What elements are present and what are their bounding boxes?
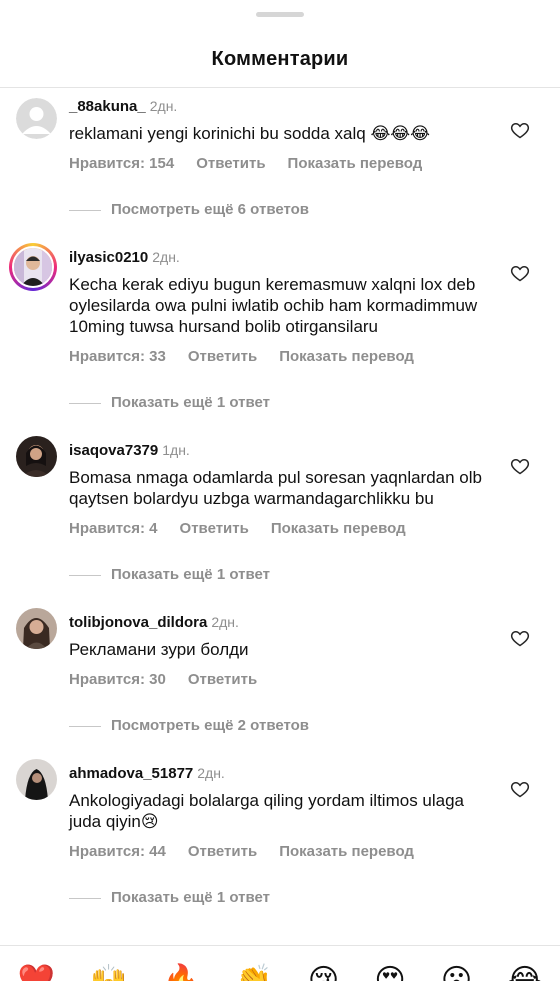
comment-item: _88akuna_ 2дн. reklamani yengi korinichi … bbox=[0, 96, 560, 172]
timestamp: 2дн. bbox=[149, 98, 178, 114]
avatar[interactable] bbox=[16, 98, 57, 139]
timestamp: 2дн. bbox=[152, 249, 180, 265]
comment-list: _88akuna_ 2дн. reklamani yengi korinichi … bbox=[0, 88, 560, 908]
view-replies-link[interactable]: Посмотреть ещё 2 ответов bbox=[0, 716, 560, 736]
likes-count[interactable]: Нравится: 30 bbox=[69, 671, 166, 688]
comment-meta: _88akuna_ 2дн. bbox=[69, 96, 492, 117]
comment-actions: Нравится: 30 Ответить bbox=[69, 671, 492, 688]
comment-text: Рекламани зури болди bbox=[69, 640, 249, 659]
username[interactable]: ilyasic0210 bbox=[69, 249, 148, 266]
avatar[interactable] bbox=[16, 759, 57, 800]
comment-actions: Нравится: 33 Ответить Показать перевод bbox=[69, 348, 492, 365]
likes-count[interactable]: Нравится: 44 bbox=[69, 843, 166, 860]
reply-button[interactable]: Ответить bbox=[188, 843, 257, 860]
comment-actions: Нравится: 44 Ответить Показать перевод bbox=[69, 843, 492, 860]
reply-button[interactable]: Ответить bbox=[188, 671, 257, 688]
fire-emoji-icon[interactable]: 🔥 bbox=[163, 966, 200, 981]
raised-hands-emoji-icon[interactable]: 🙌 bbox=[90, 966, 127, 981]
comment-item: ahmadova_51877 2дн. Ankologiyadagi bolala… bbox=[0, 759, 560, 860]
like-heart-icon[interactable] bbox=[510, 263, 530, 283]
header: Комментарии bbox=[0, 0, 560, 88]
username[interactable]: tolibjonova_dildora bbox=[69, 614, 207, 631]
avatar[interactable] bbox=[16, 608, 57, 649]
like-heart-icon[interactable] bbox=[510, 628, 530, 648]
page-title: Комментарии bbox=[211, 48, 349, 70]
like-heart-icon[interactable] bbox=[510, 456, 530, 476]
translate-button[interactable]: Показать перевод bbox=[279, 843, 414, 860]
heart-emoji-icon[interactable]: ❤️ bbox=[18, 966, 55, 981]
timestamp: 2дн. bbox=[197, 765, 225, 781]
clapping-hands-emoji-icon[interactable]: 👏 bbox=[235, 966, 272, 981]
emoji-reaction-bar: ❤️ 🙌 🔥 👏 😢 😍 😮 😂 bbox=[0, 945, 560, 981]
avatar[interactable] bbox=[9, 243, 57, 291]
comment-item: isaqova7379 1дн. Bomasa nmaga odamlarda p… bbox=[0, 436, 560, 537]
username[interactable]: _88akuna_ bbox=[69, 98, 146, 115]
comment-actions: Нравится: 4 Ответить Показать перевод bbox=[69, 520, 492, 537]
translate-button[interactable]: Показать перевод bbox=[288, 155, 423, 172]
view-replies-link[interactable]: Показать ещё 1 ответ bbox=[0, 888, 560, 908]
reply-button[interactable]: Ответить bbox=[188, 348, 257, 365]
comment-text: reklamani yengi korinichi bu sodda xalq … bbox=[69, 124, 431, 143]
avatar[interactable] bbox=[16, 436, 57, 477]
username[interactable]: ahmadova_51877 bbox=[69, 765, 193, 782]
reply-button[interactable]: Ответить bbox=[180, 520, 249, 537]
crying-face-emoji-icon[interactable]: 😢 bbox=[308, 966, 339, 981]
view-replies-link[interactable]: Посмотреть ещё 6 ответов bbox=[0, 200, 560, 220]
translate-button[interactable]: Показать перевод bbox=[271, 520, 406, 537]
like-heart-icon[interactable] bbox=[510, 120, 530, 140]
comment-meta: tolibjonova_dildora 2дн. bbox=[69, 612, 492, 633]
comment-actions: Нравится: 154 Ответить Показать перевод bbox=[69, 155, 492, 172]
like-heart-icon[interactable] bbox=[510, 779, 530, 799]
comment-text: Kecha kerak ediyu bugun keremasmuw xalqn… bbox=[69, 275, 478, 336]
comment-item: ilyasic0210 2дн. Kecha kerak ediyu bugun … bbox=[0, 243, 560, 365]
likes-count[interactable]: Нравится: 154 bbox=[69, 155, 174, 172]
surprised-face-emoji-icon[interactable]: 😮 bbox=[441, 966, 472, 981]
reply-button[interactable]: Ответить bbox=[196, 155, 265, 172]
username[interactable]: isaqova7379 bbox=[69, 442, 158, 459]
comment-meta: ahmadova_51877 2дн. bbox=[69, 763, 492, 784]
likes-count[interactable]: Нравится: 33 bbox=[69, 348, 166, 365]
comment-item: tolibjonova_dildora 2дн. Рекламани зури б… bbox=[0, 608, 560, 688]
translate-button[interactable]: Показать перевод bbox=[279, 348, 414, 365]
comment-text: Bomasa nmaga odamlarda pul soresan yaqnl… bbox=[69, 468, 482, 508]
view-replies-link[interactable]: Показать ещё 1 ответ bbox=[0, 565, 560, 585]
timestamp: 2дн. bbox=[211, 614, 239, 630]
heart-eyes-emoji-icon[interactable]: 😍 bbox=[374, 966, 405, 981]
comment-meta: ilyasic0210 2дн. bbox=[69, 247, 492, 268]
timestamp: 1дн. bbox=[162, 442, 190, 458]
comment-meta: isaqova7379 1дн. bbox=[69, 440, 492, 461]
view-replies-link[interactable]: Показать ещё 1 ответ bbox=[0, 393, 560, 413]
likes-count[interactable]: Нравится: 4 bbox=[69, 520, 158, 537]
tears-of-joy-emoji-icon[interactable]: 😂 bbox=[507, 966, 542, 981]
comment-text: Ankologiyadagi bolalarga qiling yordam i… bbox=[69, 791, 465, 831]
